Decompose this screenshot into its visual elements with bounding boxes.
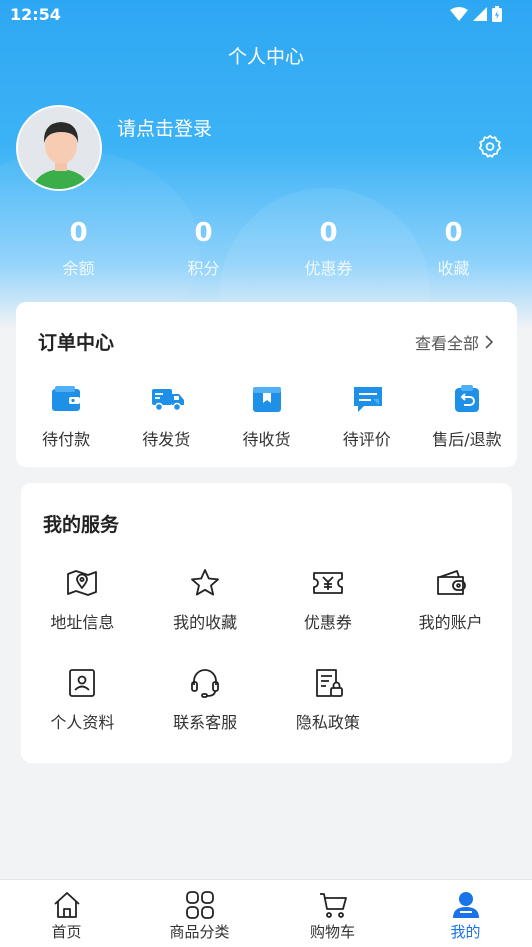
wallet-icon [51,384,81,414]
bottom-tab-bar: 首页 商品分类 购物车 我的 [0,879,532,947]
service-favorites[interactable]: 我的收藏 [144,567,267,667]
cart-icon [318,890,348,920]
tab-label: 商品分类 [169,923,230,941]
order-item-label: 待付款 [42,430,91,449]
stat-label: 收藏 [437,259,470,278]
refund-icon [452,384,482,414]
tab-mine[interactable]: 我的 [399,880,532,947]
stat-favorites[interactable]: 0 收藏 [391,218,516,279]
stat-value: 0 [319,218,338,248]
avatar[interactable] [16,105,102,191]
stat-points[interactable]: 0 积分 [141,218,266,279]
order-item-label: 待收货 [242,430,291,449]
chevron-right-icon [485,335,493,349]
package-icon [252,384,282,414]
status-bar: 12:54 [0,0,532,30]
service-privacy-policy[interactable]: 隐私政策 [267,667,390,767]
coupon-icon [312,567,344,599]
service-customer-support[interactable]: 联系客服 [144,667,267,767]
profile-card-icon [66,667,98,699]
service-label: 地址信息 [50,613,115,632]
tab-home[interactable]: 首页 [0,880,133,947]
order-center-card: 订单中心 查看全部 待付款 待发货 待收货 待评价 售后/退款 [16,302,517,467]
stat-balance[interactable]: 0 余额 [16,218,141,279]
stat-label: 余额 [62,259,95,278]
order-item-label: 售后/退款 [432,430,502,449]
document-lock-icon [312,667,344,699]
comment-icon [352,384,382,414]
order-center-title: 订单中心 [38,332,115,354]
view-all-orders-link[interactable]: 查看全部 [415,330,493,354]
battery-icon [492,6,502,22]
service-label: 优惠券 [303,613,352,632]
order-pending-receipt[interactable]: 待收货 [216,384,316,450]
stat-label: 积分 [187,259,220,278]
my-services-title: 我的服务 [43,514,120,536]
service-label: 个人资料 [50,713,115,732]
stat-coupons[interactable]: 0 优惠券 [266,218,391,279]
service-label: 我的收藏 [173,613,238,632]
headset-icon [189,667,221,699]
user-icon [451,890,481,920]
profile-header: 12:54 个人中心 请点击登录 0 余额 0 积分 0 优惠券 0 收藏 [0,0,532,330]
order-after-sales[interactable]: 售后/退款 [417,384,517,450]
order-pending-payment[interactable]: 待付款 [16,384,116,450]
order-pending-review[interactable]: 待评价 [317,384,417,450]
service-label: 联系客服 [173,713,238,732]
home-icon [52,890,82,920]
tab-cart[interactable]: 购物车 [266,880,399,947]
tab-categories[interactable]: 商品分类 [133,880,266,947]
login-prompt[interactable]: 请点击登录 [117,114,212,141]
order-status-row: 待付款 待发货 待收货 待评价 售后/退款 [16,384,517,450]
order-item-label: 待发货 [142,430,191,449]
settings-gear-icon[interactable] [477,133,503,159]
tab-label: 我的 [450,923,481,941]
service-profile[interactable]: 个人资料 [21,667,144,767]
tab-label: 首页 [51,923,82,941]
stat-value: 0 [444,218,463,248]
star-icon [189,567,221,599]
service-coupons[interactable]: 优惠券 [267,567,390,667]
service-label: 隐私政策 [295,713,360,732]
page-title: 个人中心 [227,46,304,68]
avatar-image [18,107,100,189]
tab-label: 购物车 [309,923,355,941]
services-grid: 地址信息 我的收藏 优惠券 我的账户 个人资料 联系客服 隐私政策 [21,567,512,767]
service-label: 我的账户 [418,613,483,632]
stat-value: 0 [194,218,213,248]
view-all-label: 查看全部 [414,334,479,353]
order-pending-shipment[interactable]: 待发货 [116,384,216,450]
service-address[interactable]: 地址信息 [21,567,144,667]
stat-label: 优惠券 [304,259,353,278]
wallet-outline-icon [435,567,467,599]
status-time: 12:54 [10,5,61,24]
system-icons [450,6,502,22]
category-icon [185,890,215,920]
signal-icon [473,7,487,21]
map-icon [66,567,98,599]
stats-row: 0 余额 0 积分 0 优惠券 0 收藏 [16,218,516,279]
truck-icon [151,384,185,414]
wifi-icon [450,7,468,21]
service-account[interactable]: 我的账户 [389,567,512,667]
stat-value: 0 [69,218,88,248]
order-item-label: 待评价 [342,430,391,449]
my-services-card: 我的服务 地址信息 我的收藏 优惠券 我的账户 个人资料 联系客服 隐私政策 [21,483,512,763]
